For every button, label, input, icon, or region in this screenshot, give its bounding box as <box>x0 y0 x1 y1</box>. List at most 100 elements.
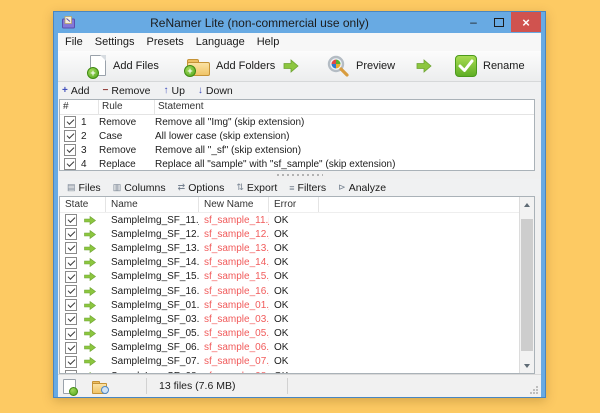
file-checkbox[interactable] <box>65 285 77 298</box>
menu-item-file[interactable]: File <box>59 34 89 50</box>
preview-label: Preview <box>356 60 396 72</box>
resize-grip-icon[interactable] <box>529 385 539 395</box>
file-row[interactable]: SampleImg_SF_03.jpg sf_sample_03.jpg OK <box>60 312 519 326</box>
rename-arrow-icon <box>84 258 96 268</box>
menu-item-help[interactable]: Help <box>251 34 286 50</box>
rule-checkbox[interactable] <box>64 158 76 170</box>
maximize-button[interactable] <box>486 12 511 32</box>
files-col-new-name[interactable]: New Name <box>199 197 269 212</box>
files-col-name[interactable]: Name <box>106 197 199 212</box>
status-bar: 13 files (7.6 MB) <box>58 374 541 397</box>
rename-arrow-icon <box>84 215 96 225</box>
scroll-up-button[interactable] <box>520 197 534 212</box>
menu-item-settings[interactable]: Settings <box>89 34 141 50</box>
files-tabs-bar: ▤ Files ▥ Columns ⇄ Options ⇅ Export ≡ F… <box>58 179 541 196</box>
menu-item-presets[interactable]: Presets <box>140 34 189 50</box>
file-checkbox[interactable] <box>65 341 77 354</box>
rule-add-button[interactable]: + Add <box>62 85 90 97</box>
file-count-text: 13 files (7.6 MB) <box>159 380 236 392</box>
add-folders-icon: + <box>184 55 210 77</box>
rename-arrow-icon <box>84 229 96 239</box>
rule-down-button[interactable]: ↓ Down <box>198 85 233 97</box>
rule-row[interactable]: 2 Case All lower case (skip extension) <box>60 129 534 143</box>
rules-col-statement[interactable]: Statement <box>155 100 534 114</box>
tab-icon: ▤ <box>67 182 76 192</box>
rule-checkbox[interactable] <box>64 130 76 142</box>
close-icon: × <box>522 14 530 30</box>
file-checkbox[interactable] <box>65 355 77 368</box>
tab-options[interactable]: ⇄ Options <box>173 182 230 194</box>
file-checkbox[interactable] <box>65 327 77 340</box>
rule-checkbox[interactable] <box>64 144 76 156</box>
rules-col-rule[interactable]: Rule <box>99 100 155 114</box>
rename-arrow-icon <box>84 300 96 310</box>
tab-export[interactable]: ⇅ Export <box>231 182 282 194</box>
file-row[interactable]: SampleImg_SF_11.jpg sf_sample_11.jpg OK <box>60 213 519 227</box>
file-checkbox[interactable] <box>65 256 77 269</box>
rule-row[interactable]: 1 Remove Remove all "Img" (skip extensio… <box>60 115 534 129</box>
rename-check-icon <box>455 55 477 77</box>
file-checkbox[interactable] <box>65 370 77 373</box>
tab-files[interactable]: ▤ Files <box>62 182 106 194</box>
add-files-icon: + <box>87 55 107 79</box>
file-row[interactable]: SampleImg_SF_05.jpg sf_sample_05.jpg OK <box>60 327 519 341</box>
tab-columns[interactable]: ▥ Columns <box>108 182 171 194</box>
window-title: ReNamer Lite (non-commercial use only) <box>150 15 369 30</box>
add-files-label: Add Files <box>113 60 159 72</box>
rule-row[interactable]: 3 Remove Remove all "_sf" (skip extensio… <box>60 143 534 157</box>
maximize-icon <box>493 17 504 27</box>
rule-up-button[interactable]: ↑ Up <box>163 85 184 97</box>
rule-checkbox[interactable] <box>64 116 76 128</box>
title-bar[interactable]: ReNamer Lite (non-commercial use only) –… <box>58 12 541 33</box>
files-table: State Name New Name Error SampleImg_SF_1… <box>59 196 535 374</box>
arrow-down-icon: ↓ <box>197 85 203 96</box>
preview-button[interactable]: Preview <box>326 51 395 81</box>
files-col-error[interactable]: Error <box>269 197 319 212</box>
plus-icon: + <box>62 85 68 96</box>
file-rows: SampleImg_SF_11.jpg sf_sample_11.jpg OK … <box>60 213 519 373</box>
file-row[interactable]: SampleImg_SF_01.jpg sf_sample_01.jpg OK <box>60 298 519 312</box>
minimize-button[interactable]: – <box>461 12 486 32</box>
tab-icon: ⇅ <box>236 182 244 192</box>
rename-arrow-icon <box>84 286 96 296</box>
file-checkbox[interactable] <box>65 214 77 227</box>
add-folders-button[interactable]: + Add Folders <box>184 51 275 81</box>
rename-arrow-icon <box>84 329 96 339</box>
scroll-down-button[interactable] <box>520 358 534 373</box>
panel-splitter[interactable] <box>58 171 541 179</box>
files-col-state[interactable]: State <box>60 197 106 212</box>
file-checkbox[interactable] <box>65 228 77 241</box>
file-count-icon[interactable] <box>63 378 78 396</box>
files-scrollbar[interactable] <box>519 197 534 373</box>
tab-icon: ≡ <box>289 182 295 193</box>
rule-remove-button[interactable]: − Remove <box>103 85 151 97</box>
rename-button[interactable]: Rename <box>455 51 525 81</box>
file-row[interactable]: SampleImg_SF_14.jpg sf_sample_14.jpg OK <box>60 256 519 270</box>
tab-analyze[interactable]: ⊳ Analyze <box>333 182 391 194</box>
file-row[interactable]: SampleImg_SF_08.jpg sf_sample_08.jpg OK <box>60 369 519 373</box>
close-button[interactable]: × <box>511 12 541 32</box>
file-checkbox[interactable] <box>65 313 77 326</box>
tab-filters[interactable]: ≡ Filters <box>284 182 331 194</box>
file-row[interactable]: SampleImg_SF_13.jpg sf_sample_13.jpg OK <box>60 241 519 255</box>
flow-arrow-icon <box>416 59 432 73</box>
splitter-grip-icon <box>276 174 323 176</box>
menu-item-language[interactable]: Language <box>190 34 251 50</box>
file-row[interactable]: SampleImg_SF_15.jpg sf_sample_15.jpg OK <box>60 270 519 284</box>
tab-icon: ▥ <box>112 182 122 192</box>
rename-arrow-icon <box>84 314 96 324</box>
scrollbar-thumb[interactable] <box>521 219 533 351</box>
preview-icon <box>327 55 349 77</box>
statusbar-icons <box>58 378 146 396</box>
file-row[interactable]: SampleImg_SF_16.jpg sf_sample_16.jpg OK <box>60 284 519 298</box>
file-checkbox[interactable] <box>65 270 77 283</box>
file-checkbox[interactable] <box>65 242 77 255</box>
add-files-button[interactable]: + Add Files <box>87 51 159 81</box>
rules-col-number[interactable]: # <box>60 100 99 114</box>
file-checkbox[interactable] <box>65 299 77 312</box>
file-row[interactable]: SampleImg_SF_12.jpg sf_sample_12.jpg OK <box>60 227 519 241</box>
file-row[interactable]: SampleImg_SF_06.jpg sf_sample_06.jpg OK <box>60 341 519 355</box>
file-row[interactable]: SampleImg_SF_07.jpg sf_sample_07.jpg OK <box>60 355 519 369</box>
folder-monitor-icon[interactable] <box>92 380 109 394</box>
rule-row[interactable]: 4 Replace Replace all "sample" with "sf_… <box>60 157 534 170</box>
